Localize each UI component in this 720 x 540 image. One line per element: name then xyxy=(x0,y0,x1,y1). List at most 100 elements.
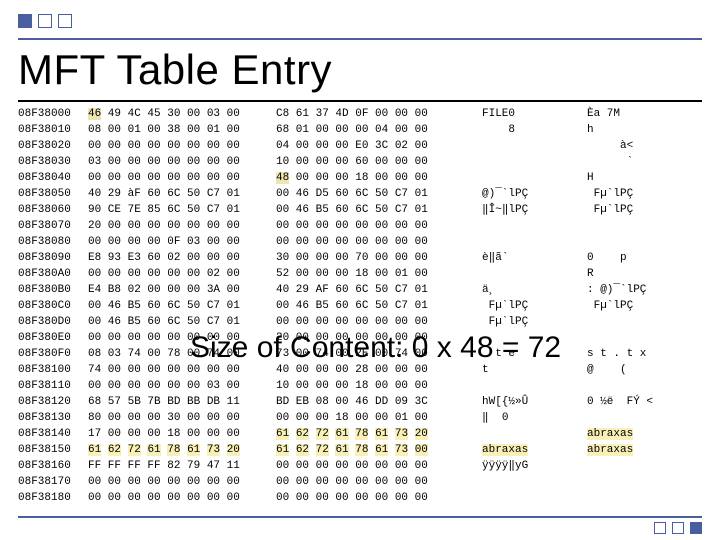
square-icon xyxy=(690,522,702,534)
ascii-left xyxy=(482,218,587,234)
offset: 08F38000 xyxy=(18,106,88,122)
hex-row: 08F3808000 00 00 00 0F 03 00 00 00 00 00… xyxy=(18,234,702,250)
ascii-right: 0 ½ë FÝ < xyxy=(587,394,702,410)
offset: 08F38150 xyxy=(18,442,88,458)
ascii-right xyxy=(587,330,702,346)
offset: 08F38090 xyxy=(18,250,88,266)
hex-bytes-right: 40 29 AF 60 6C 50 C7 01 xyxy=(276,282,482,298)
ascii-left: ‖ 0 xyxy=(482,410,587,426)
ascii-left xyxy=(482,266,587,282)
square-icon xyxy=(58,14,72,28)
hex-bytes-right: 00 00 00 00 00 00 00 00 xyxy=(276,234,482,250)
ascii-left: abraxas xyxy=(482,442,587,458)
hex-dump: 08F3800046 49 4C 45 30 00 03 00 C8 61 37… xyxy=(18,106,702,506)
offset: 08F380E0 xyxy=(18,330,88,346)
ascii-right: Fµ`lPÇ xyxy=(587,186,702,202)
size-callout: Size of Content: 0 x 48 = 72 xyxy=(190,330,561,366)
ascii-left xyxy=(482,234,587,250)
ascii-left: ä¸ xyxy=(482,282,587,298)
hex-row: 08F3811000 00 00 00 00 00 03 00 10 00 00… xyxy=(18,378,702,394)
hex-bytes-left: 00 00 00 00 00 00 00 00 xyxy=(88,490,276,506)
ascii-right: R xyxy=(587,266,702,282)
accent-bottom xyxy=(654,522,702,534)
hex-bytes-right: 00 46 B5 60 6C 50 C7 01 xyxy=(276,202,482,218)
ascii-right: 0 p xyxy=(587,250,702,266)
hex-bytes-left: 00 00 00 00 0F 03 00 00 xyxy=(88,234,276,250)
ascii-left xyxy=(482,138,587,154)
offset: 08F38020 xyxy=(18,138,88,154)
ascii-right xyxy=(587,234,702,250)
offset: 08F38180 xyxy=(18,490,88,506)
hex-bytes-left: 68 57 5B 7B BD BB DB 11 xyxy=(88,394,276,410)
offset: 08F380D0 xyxy=(18,314,88,330)
ascii-right xyxy=(587,490,702,506)
ascii-right xyxy=(587,474,702,490)
ascii-right xyxy=(587,410,702,426)
hex-bytes-left: FF FF FF FF 82 79 47 11 xyxy=(88,458,276,474)
ascii-right: à< xyxy=(587,138,702,154)
hex-bytes-left: 00 46 B5 60 6C 50 C7 01 xyxy=(88,314,276,330)
square-icon xyxy=(654,522,666,534)
hex-bytes-right: 00 00 00 00 00 00 00 00 xyxy=(276,218,482,234)
hex-bytes-left: 00 00 00 00 00 00 03 00 xyxy=(88,378,276,394)
offset: 08F380A0 xyxy=(18,266,88,282)
offset: 08F38110 xyxy=(18,378,88,394)
hex-bytes-left: 03 00 00 00 00 00 00 00 xyxy=(88,154,276,170)
hex-bytes-left: 90 CE 7E 85 6C 50 C7 01 xyxy=(88,202,276,218)
hex-row: 08F3814017 00 00 00 18 00 00 00 61 62 72… xyxy=(18,426,702,442)
hex-row: 08F3813080 00 00 00 30 00 00 00 00 00 00… xyxy=(18,410,702,426)
hex-bytes-right: 68 01 00 00 00 04 00 00 xyxy=(276,122,482,138)
hex-bytes-right: 00 00 00 00 00 00 00 00 xyxy=(276,490,482,506)
ascii-right xyxy=(587,314,702,330)
ascii-left xyxy=(482,426,587,442)
offset: 08F38010 xyxy=(18,122,88,138)
ascii-right xyxy=(587,218,702,234)
hex-row: 08F380C000 46 B5 60 6C 50 C7 01 00 46 B5… xyxy=(18,298,702,314)
hex-bytes-right: 00 46 B5 60 6C 50 C7 01 xyxy=(276,298,482,314)
hex-bytes-left: 00 46 B5 60 6C 50 C7 01 xyxy=(88,298,276,314)
offset: 08F38080 xyxy=(18,234,88,250)
offset: 08F380F0 xyxy=(18,346,88,362)
offset: 08F38160 xyxy=(18,458,88,474)
ascii-left: Fµ`lPÇ xyxy=(482,298,587,314)
hex-row: 08F3806090 CE 7E 85 6C 50 C7 01 00 46 B5… xyxy=(18,202,702,218)
hex-row: 08F3812068 57 5B 7B BD BB DB 11 BD EB 08… xyxy=(18,394,702,410)
ascii-right: @ ( xyxy=(587,362,702,378)
ascii-left: Fµ`lPÇ xyxy=(482,314,587,330)
hex-row: 08F3815061 62 72 61 78 61 73 20 61 62 72… xyxy=(18,442,702,458)
hex-bytes-left: 20 00 00 00 00 00 00 00 xyxy=(88,218,276,234)
rule-title xyxy=(18,100,702,102)
hex-row: 08F3802000 00 00 00 00 00 00 00 04 00 00… xyxy=(18,138,702,154)
hex-bytes-right: 10 00 00 00 60 00 00 00 xyxy=(276,154,482,170)
hex-row: 08F38090E8 93 E3 60 02 00 00 00 30 00 00… xyxy=(18,250,702,266)
offset: 08F38040 xyxy=(18,170,88,186)
hex-bytes-right: 00 00 00 18 00 00 01 00 xyxy=(276,410,482,426)
ascii-right: : @)¯`lPÇ xyxy=(587,282,702,298)
hex-bytes-left: 08 00 01 00 38 00 01 00 xyxy=(88,122,276,138)
offset: 08F38100 xyxy=(18,362,88,378)
rule-top xyxy=(18,38,702,40)
ascii-right: s t . t x xyxy=(587,346,702,362)
hex-row: 08F3805040 29 àF 60 6C 50 C7 01 00 46 D5… xyxy=(18,186,702,202)
ascii-right: H xyxy=(587,170,702,186)
hex-bytes-right: 30 00 00 00 70 00 00 00 xyxy=(276,250,482,266)
ascii-left: ‖Î~‖lPÇ xyxy=(482,202,587,218)
ascii-left: 8 xyxy=(482,122,587,138)
hex-bytes-right: 00 00 00 00 00 00 00 00 xyxy=(276,474,482,490)
hex-row: 08F3800046 49 4C 45 30 00 03 00 C8 61 37… xyxy=(18,106,702,122)
hex-bytes-left: 00 00 00 00 00 00 00 00 xyxy=(88,170,276,186)
ascii-right: h xyxy=(587,122,702,138)
hex-bytes-right: 00 00 00 00 00 00 00 00 xyxy=(276,314,482,330)
square-icon xyxy=(18,14,32,28)
ascii-left: FILE0 xyxy=(482,106,587,122)
hex-row: 08F3801008 00 01 00 38 00 01 00 68 01 00… xyxy=(18,122,702,138)
ascii-right: ` xyxy=(587,154,702,170)
offset: 08F38170 xyxy=(18,474,88,490)
hex-bytes-left: 80 00 00 00 30 00 00 00 xyxy=(88,410,276,426)
hex-bytes-right: 48 00 00 00 18 00 00 00 xyxy=(276,170,482,186)
offset: 08F38060 xyxy=(18,202,88,218)
ascii-right xyxy=(587,458,702,474)
hex-bytes-right: 61 62 72 61 78 61 73 20 xyxy=(276,426,482,442)
ascii-right: abraxas xyxy=(587,442,702,458)
ascii-right: Èa 7M xyxy=(587,106,702,122)
